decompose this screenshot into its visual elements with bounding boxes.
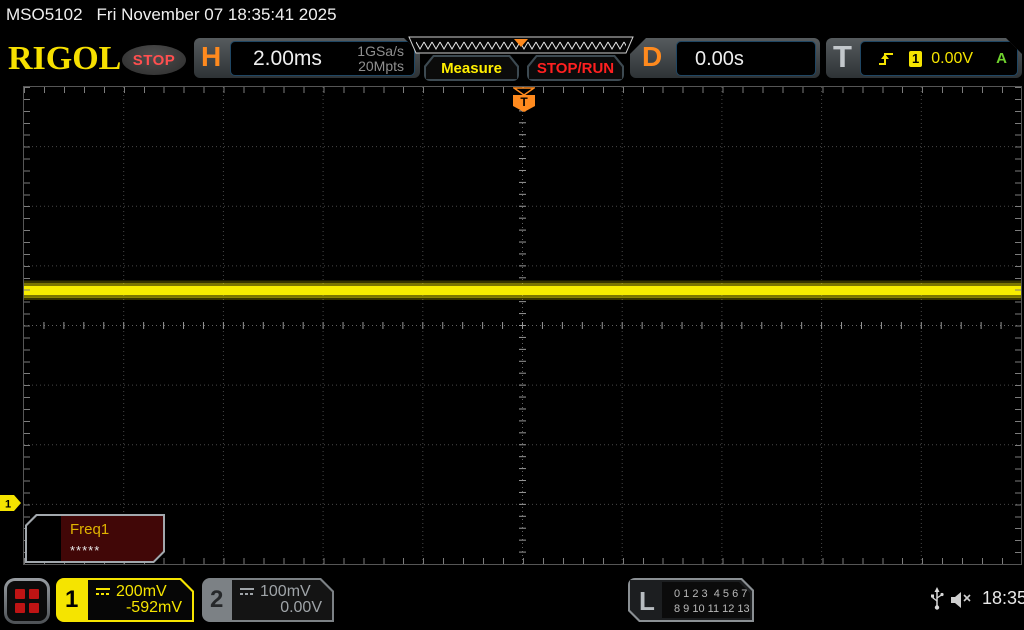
trigger-label: T <box>833 39 852 75</box>
sample-rate-memdepth: 1GSa/s 20Mpts <box>357 44 404 74</box>
channel1-badge[interactable]: 1 200mV -592mV <box>56 578 194 622</box>
channel1-number: 1 <box>65 586 78 614</box>
trigger-settings-panel[interactable]: T 1 0.00V A <box>826 38 1022 78</box>
memory-depth: 20Mpts <box>357 59 404 74</box>
measurement-panel-body: Freq1 ***** <box>27 516 163 561</box>
graticule-ticks-bottom <box>24 558 1021 564</box>
speaker-muted-icon <box>950 590 976 610</box>
menu-button[interactable] <box>4 578 50 624</box>
red-grid-menu-icon <box>15 589 39 613</box>
timebase-box[interactable]: 2.00ms 1GSa/s 20Mpts <box>230 41 415 76</box>
trigger-level-value: 0.00V <box>931 50 973 68</box>
datetime-text: Fri November 07 18:35:41 2025 <box>97 5 337 24</box>
channel1-waveform <box>24 298 1021 301</box>
model-name: MSO5102 <box>6 5 83 24</box>
trigger-marker[interactable]: T <box>513 95 535 113</box>
trigger-marker-label: T <box>520 95 528 109</box>
delay-label: D <box>642 41 662 73</box>
measure-button[interactable]: Measure <box>424 55 519 81</box>
delay-panel[interactable]: D 0.00s <box>630 38 820 78</box>
logic-row2: 8 9 10 11 12 13 14 15 <box>674 603 780 615</box>
channel2-values: 100mV 0.00V <box>232 580 332 620</box>
acquisition-status-badge: STOP <box>122 45 186 75</box>
acquisition-status-text: STOP <box>133 52 176 69</box>
usb-icon <box>930 587 945 611</box>
graticule-ticks-right <box>1015 87 1021 564</box>
sample-rate: 1GSa/s <box>357 44 404 59</box>
logic-channel-numbers: 0 1 2 3 4 5 6 78 9 10 11 12 13 14 15 <box>662 582 750 618</box>
horizontal-label: H <box>201 41 221 73</box>
channel1-offset-marker[interactable]: 1 <box>0 495 22 512</box>
measurement-value: ***** <box>70 543 100 558</box>
dc-coupling-icon <box>240 588 254 595</box>
channel1-waveform <box>24 281 1021 284</box>
delay-value: 0.00s <box>695 48 744 71</box>
measurement-panel[interactable]: Freq1 ***** <box>25 514 165 563</box>
graticule <box>23 86 1022 565</box>
titlebar: MSO5102 Fri November 07 18:35:41 2025 <box>6 5 337 25</box>
logic-channels-badge[interactable]: L 0 1 2 3 4 5 6 78 9 10 11 12 13 14 15 <box>628 578 754 622</box>
stop-run-button-label: STOP/RUN <box>529 57 622 79</box>
horizontal-settings-panel[interactable]: H 2.00ms 1GSa/s 20Mpts <box>194 38 420 78</box>
delay-box[interactable]: 0.00s <box>676 41 816 76</box>
oscilloscope-screen: MSO5102 Fri November 07 18:35:41 2025 RIG… <box>0 0 1024 630</box>
graticule-ticks-left <box>24 87 30 564</box>
trigger-box[interactable]: 1 0.00V A <box>860 41 1018 76</box>
channel2-badge[interactable]: 2 100mV 0.00V <box>202 578 334 622</box>
waveform-preview-strip[interactable] <box>408 36 634 54</box>
channel1-values: 200mV -592mV <box>88 580 192 620</box>
stop-run-button[interactable]: STOP/RUN <box>527 55 624 81</box>
channel1-waveform <box>24 286 1021 295</box>
trigger-source-chip: 1 <box>909 51 922 67</box>
measurement-panel-field: Freq1 ***** <box>61 516 163 561</box>
brand-logo: RIGOL <box>8 40 121 78</box>
channel2-offset: 0.00V <box>280 599 322 617</box>
trigger-mode-auto: A <box>996 50 1007 67</box>
timebase-value: 2.00ms <box>253 47 322 71</box>
channel1-marker-label: 1 <box>5 499 11 511</box>
measure-button-label: Measure <box>426 57 517 79</box>
rising-edge-icon <box>877 51 895 67</box>
logic-label: L <box>639 586 655 617</box>
logic-row1: 0 1 2 3 4 5 6 7 <box>674 588 747 600</box>
channel2-number: 2 <box>210 586 223 614</box>
grid-and-waveform <box>24 87 1021 564</box>
dc-coupling-icon <box>96 588 110 595</box>
clock-text: 18:35 <box>982 588 1024 609</box>
channel1-offset: -592mV <box>126 599 182 617</box>
channel1-waveform <box>24 283 1021 286</box>
measurement-title: Freq1 <box>70 521 109 538</box>
